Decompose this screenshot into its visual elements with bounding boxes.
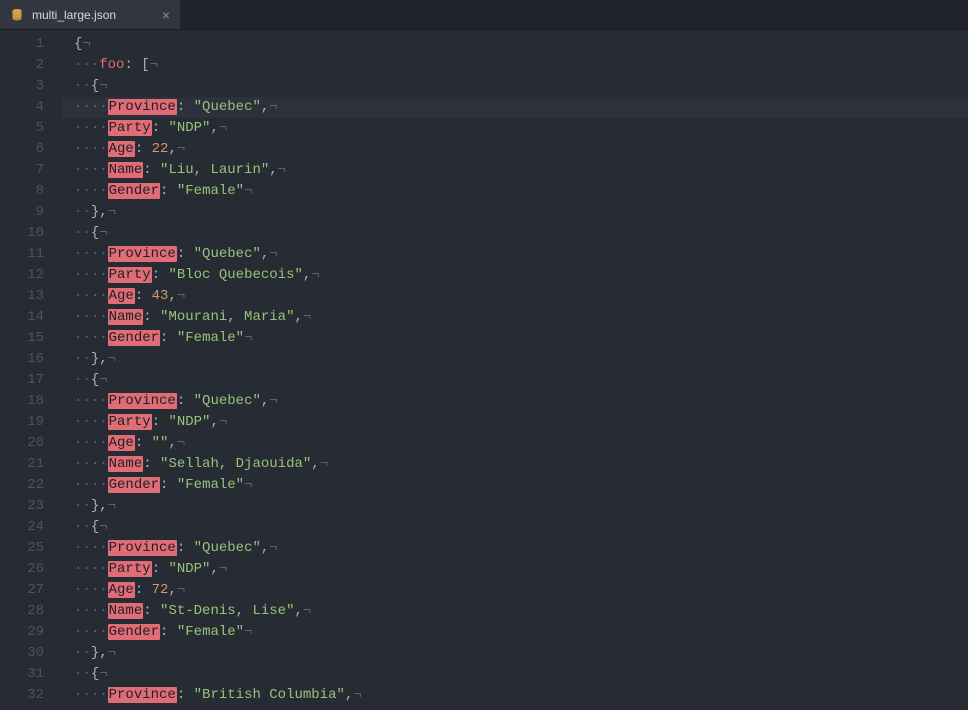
- code-line[interactable]: ····Province: "Quebec",¬: [62, 244, 968, 265]
- line-number: 17: [0, 370, 62, 391]
- tab-multi-large-json[interactable]: multi_large.json ×: [0, 0, 180, 29]
- code-line[interactable]: ····Province: "British Columbia",¬: [62, 685, 968, 706]
- code-line[interactable]: ··{¬: [62, 76, 968, 97]
- line-number: 1: [0, 34, 62, 55]
- line-number: 27: [0, 580, 62, 601]
- code-line[interactable]: ····Name: "St-Denis, Lise",¬: [62, 601, 968, 622]
- code-line[interactable]: ··{¬: [62, 370, 968, 391]
- line-number: 16: [0, 349, 62, 370]
- line-number: 12: [0, 265, 62, 286]
- line-number: 31: [0, 664, 62, 685]
- code-line[interactable]: ····Age: 22,¬: [62, 139, 968, 160]
- line-number: 4: [0, 97, 62, 118]
- line-number: 14: [0, 307, 62, 328]
- code-line[interactable]: ····Gender: "Female"¬: [62, 328, 968, 349]
- database-icon: [10, 8, 24, 22]
- code-line[interactable]: ····Party: "NDP",¬: [62, 559, 968, 580]
- close-icon[interactable]: ×: [162, 8, 170, 22]
- line-number: 6: [0, 139, 62, 160]
- code-line[interactable]: ····Name: "Sellah, Djaouida",¬: [62, 454, 968, 475]
- code-line[interactable]: ··},¬: [62, 496, 968, 517]
- code-line[interactable]: ····Name: "Liu, Laurin",¬: [62, 160, 968, 181]
- code-line[interactable]: ····Party: "NDP",¬: [62, 412, 968, 433]
- line-number: 7: [0, 160, 62, 181]
- code-line[interactable]: ····Province: "Quebec",¬: [62, 538, 968, 559]
- code-line[interactable]: ··{¬: [62, 223, 968, 244]
- code-line[interactable]: ····Age: "",¬: [62, 433, 968, 454]
- code-line[interactable]: {¬: [62, 34, 968, 55]
- line-number: 11: [0, 244, 62, 265]
- line-number: 8: [0, 181, 62, 202]
- line-number: 21: [0, 454, 62, 475]
- tab-bar: multi_large.json ×: [0, 0, 968, 30]
- code-line[interactable]: ····Party: "Bloc Quebecois",¬: [62, 265, 968, 286]
- line-number: 9: [0, 202, 62, 223]
- line-number: 2: [0, 55, 62, 76]
- code-line[interactable]: ··},¬: [62, 202, 968, 223]
- code-line[interactable]: ····Age: 72,¬: [62, 580, 968, 601]
- code-line[interactable]: ··},¬: [62, 349, 968, 370]
- line-number: 32: [0, 685, 62, 706]
- line-number: 20: [0, 433, 62, 454]
- line-number-gutter: 1234567891011121314151617181920212223242…: [0, 30, 62, 710]
- code-line[interactable]: ··{¬: [62, 664, 968, 685]
- code-line[interactable]: ····Age: 43,¬: [62, 286, 968, 307]
- code-line[interactable]: ····Province: "Quebec",¬: [62, 97, 968, 118]
- code-content[interactable]: {¬···foo: [¬··{¬····Province: "Quebec",¬…: [62, 30, 968, 710]
- line-number: 10: [0, 223, 62, 244]
- code-line[interactable]: ···foo: [¬: [62, 55, 968, 76]
- line-number: 19: [0, 412, 62, 433]
- line-number: 30: [0, 643, 62, 664]
- line-number: 13: [0, 286, 62, 307]
- code-line[interactable]: ····Gender: "Female"¬: [62, 622, 968, 643]
- line-number: 18: [0, 391, 62, 412]
- code-line[interactable]: ····Gender: "Female"¬: [62, 181, 968, 202]
- line-number: 15: [0, 328, 62, 349]
- line-number: 22: [0, 475, 62, 496]
- code-line[interactable]: ····Party: "NDP",¬: [62, 118, 968, 139]
- line-number: 25: [0, 538, 62, 559]
- code-line[interactable]: ····Gender: "Female"¬: [62, 475, 968, 496]
- code-line[interactable]: ··},¬: [62, 643, 968, 664]
- line-number: 3: [0, 76, 62, 97]
- line-number: 26: [0, 559, 62, 580]
- code-line[interactable]: ····Province: "Quebec",¬: [62, 391, 968, 412]
- code-line[interactable]: ····Name: "Mourani, Maria",¬: [62, 307, 968, 328]
- line-number: 5: [0, 118, 62, 139]
- line-number: 28: [0, 601, 62, 622]
- line-number: 23: [0, 496, 62, 517]
- line-number: 29: [0, 622, 62, 643]
- line-number: 24: [0, 517, 62, 538]
- code-line[interactable]: ··{¬: [62, 517, 968, 538]
- code-editor[interactable]: 1234567891011121314151617181920212223242…: [0, 30, 968, 710]
- tab-label: multi_large.json: [32, 8, 116, 22]
